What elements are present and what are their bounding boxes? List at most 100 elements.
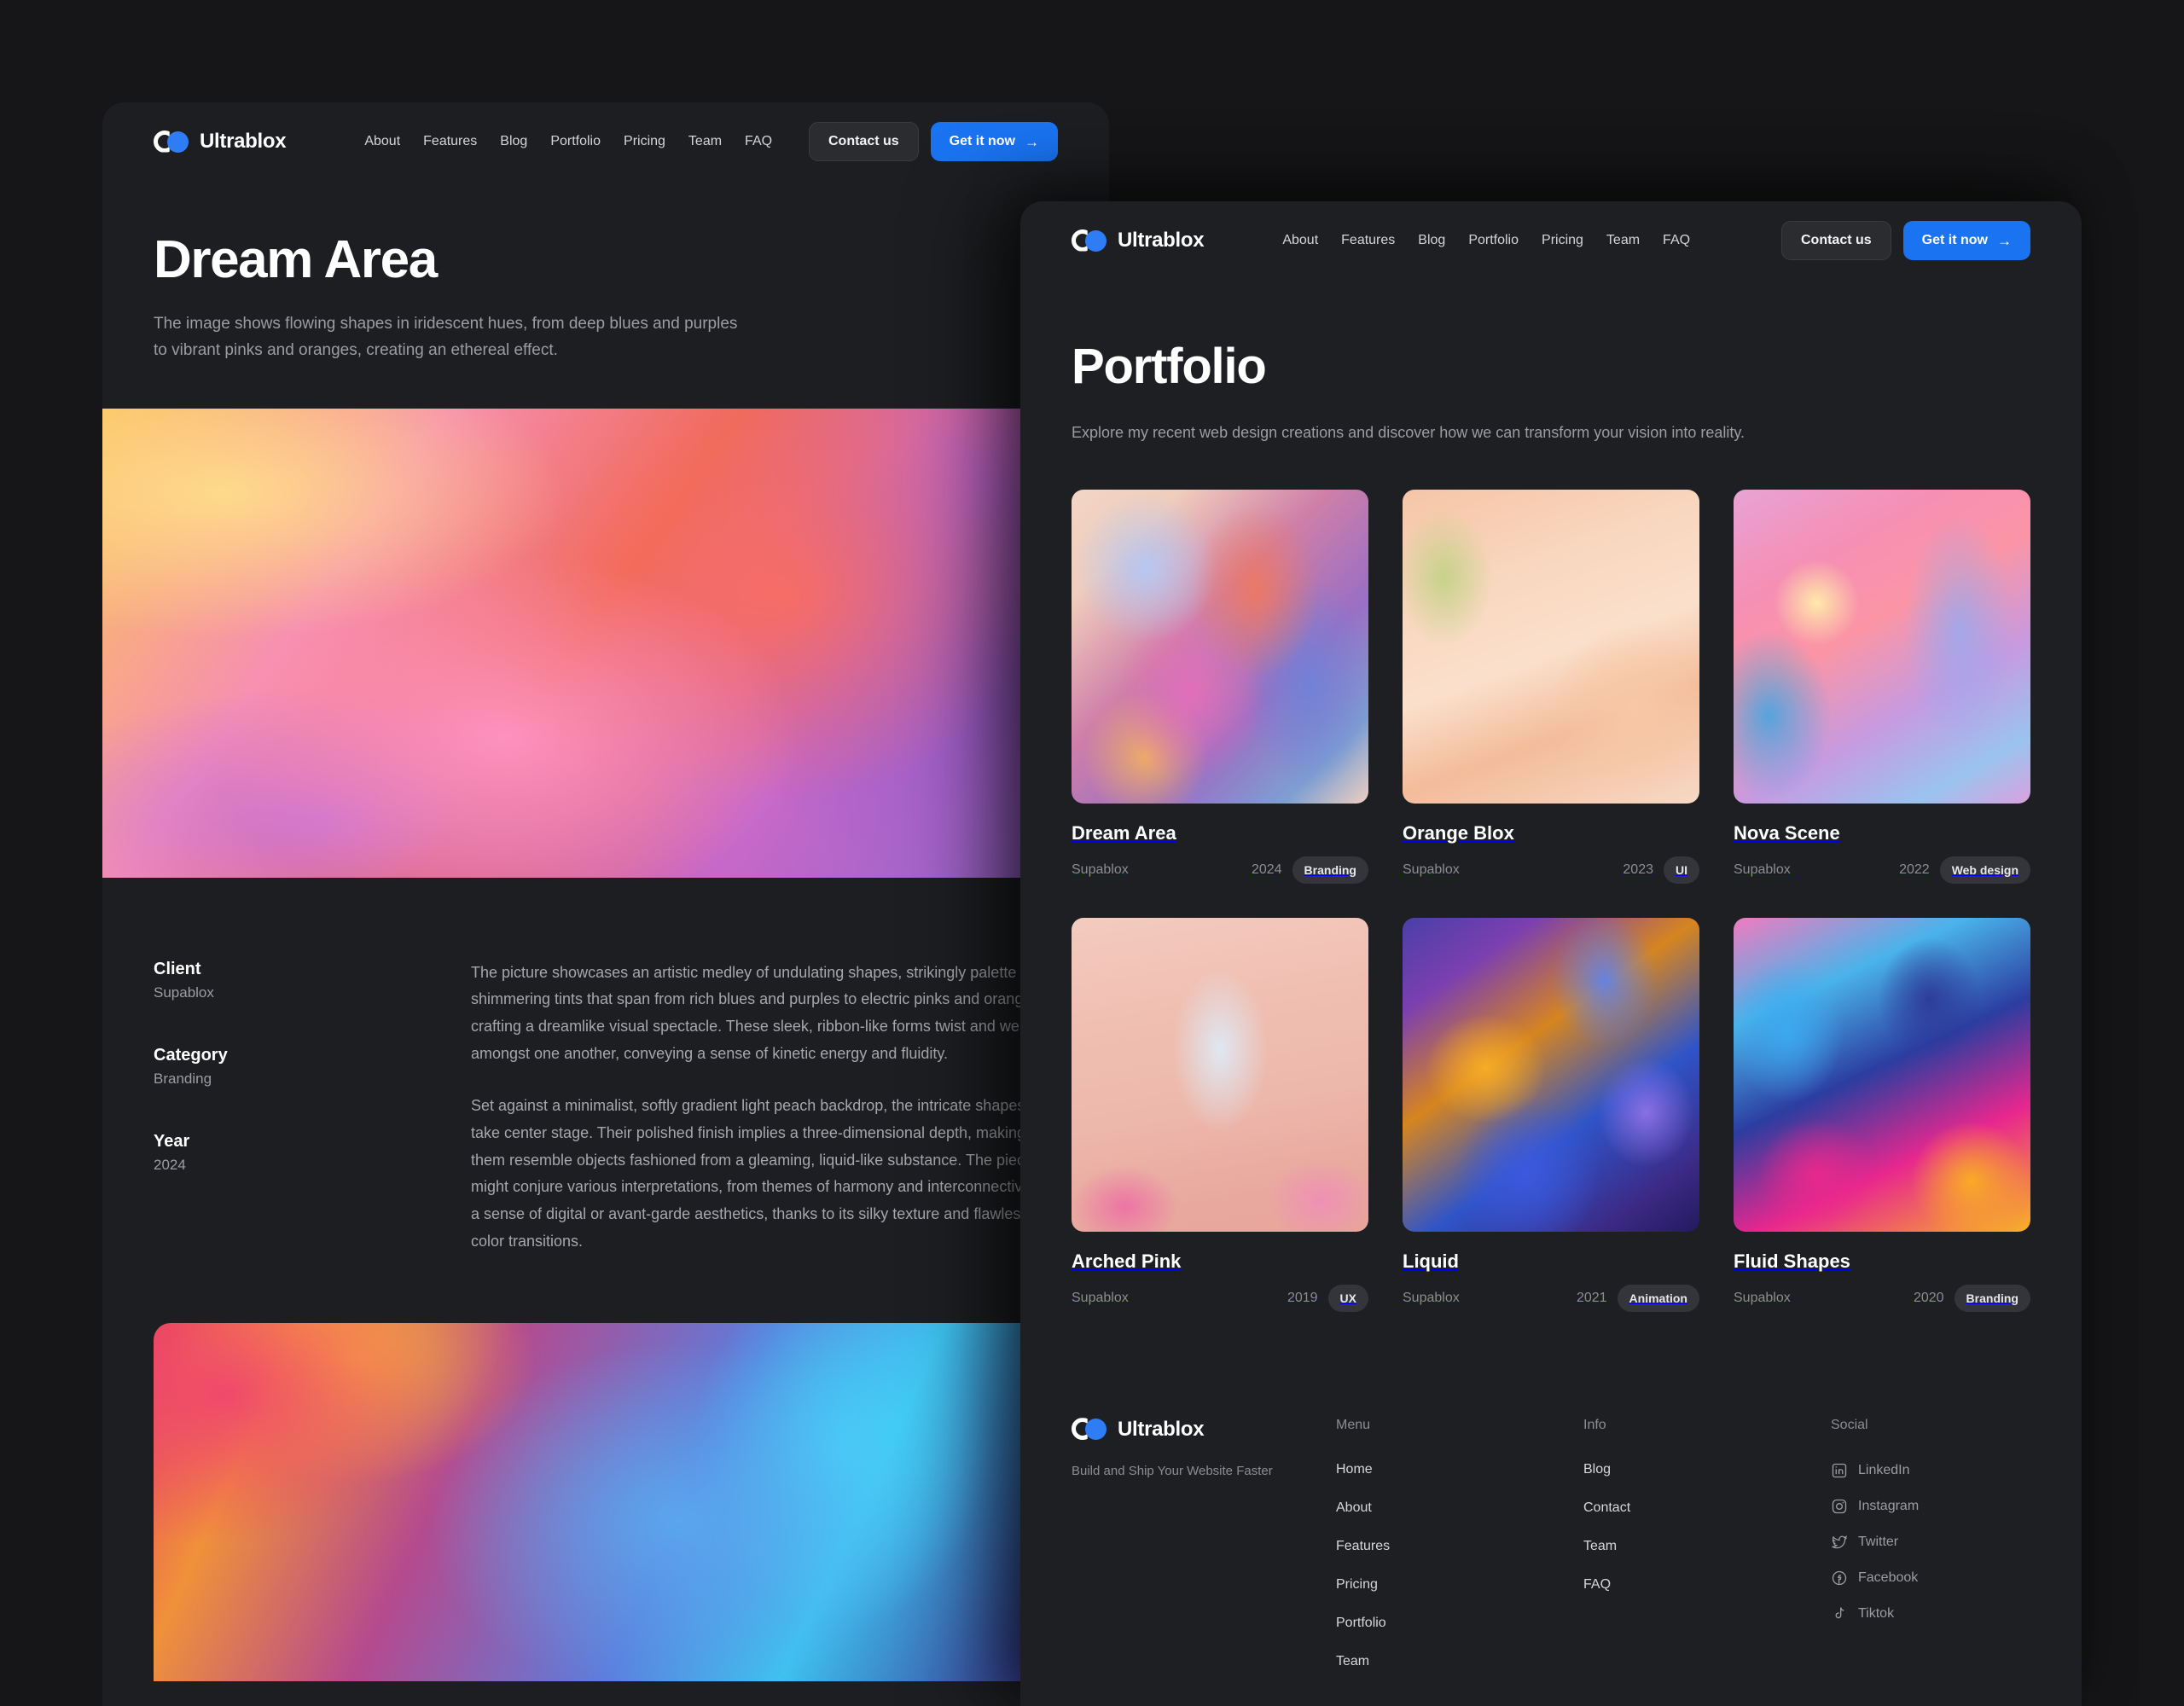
meta-value-year: 2024 <box>154 1156 186 1173</box>
contact-us-button[interactable]: Contact us <box>809 122 919 161</box>
portfolio-card[interactable]: Nova Scene Supablox 2022 Web design <box>1734 489 2030 884</box>
portfolio-card-title: Fluid Shapes <box>1734 1250 1850 1272</box>
portfolio-card-client: Supablox <box>1072 862 1129 877</box>
brand-logo[interactable]: Ultrablox <box>154 130 287 154</box>
footer-link-team2[interactable]: Team <box>1583 1539 1831 1554</box>
social-link-instagram[interactable]: Instagram <box>1831 1498 1919 1515</box>
portfolio-card-meta: Supablox 2021 Animation <box>1403 1284 1699 1312</box>
portfolio-card[interactable]: Fluid Shapes Supablox 2020 Branding <box>1734 917 2030 1312</box>
case-study-hero-image <box>102 408 1109 878</box>
nav-link-portfolio[interactable]: Portfolio <box>1468 233 1519 248</box>
portfolio-card-tag: Branding <box>1292 856 1368 884</box>
portfolio-thumbnail <box>1403 489 1699 804</box>
nav-link-portfolio[interactable]: Portfolio <box>550 134 601 149</box>
portfolio-card[interactable]: Dream Area Supablox 2024 Branding <box>1072 489 1368 884</box>
arrow-right-icon: → <box>1997 232 2012 249</box>
case-study-page: Ultrablox About Features Blog Portfolio … <box>102 102 1109 1706</box>
primary-nav: About Features Blog Portfolio Pricing Te… <box>364 134 772 149</box>
social-label-facebook: Facebook <box>1858 1570 1919 1585</box>
footer-brand-logo[interactable]: Ultrablox <box>1072 1418 1336 1442</box>
portfolio-card-meta: Supablox 2022 Web design <box>1734 856 2030 884</box>
portfolio-card-year: 2024 <box>1251 862 1282 877</box>
social-label-linkedin: LinkedIn <box>1858 1462 1910 1477</box>
nav-link-faq[interactable]: FAQ <box>1663 233 1690 248</box>
portfolio-thumbnail <box>1072 917 1368 1232</box>
footer-columns: Ultrablox Build and Ship Your Website Fa… <box>1072 1418 2030 1692</box>
footer-link-faq[interactable]: FAQ <box>1583 1577 1831 1593</box>
portfolio-card-meta: Supablox 2023 UI <box>1403 856 1699 884</box>
nav-link-team[interactable]: Team <box>688 134 722 149</box>
portfolio-card-year: 2021 <box>1576 1290 1607 1305</box>
social-link-facebook[interactable]: Facebook <box>1831 1570 1919 1587</box>
portfolio-card-year: 2022 <box>1899 862 1930 877</box>
portfolio-card-title: Nova Scene <box>1734 821 1840 844</box>
site-footer: Ultrablox Build and Ship Your Website Fa… <box>1020 1312 2082 1706</box>
portfolio-card-meta: Supablox 2020 Branding <box>1734 1284 2030 1312</box>
footer-link-pricing[interactable]: Pricing <box>1336 1577 1583 1593</box>
meta-item-year: Year 2024 <box>154 1132 410 1174</box>
portfolio-card-year: 2023 <box>1623 862 1653 877</box>
linkedin-icon <box>1832 1463 1847 1477</box>
social-link-tiktok[interactable]: Tiktok <box>1831 1605 1919 1622</box>
footer-link-features[interactable]: Features <box>1336 1539 1583 1554</box>
portfolio-subtitle: Explore my recent web design creations a… <box>1072 424 1745 441</box>
brand-name: Ultrablox <box>1118 229 1205 252</box>
get-it-now-button[interactable]: Get it now → <box>930 122 1058 161</box>
nav-link-about[interactable]: About <box>364 134 400 149</box>
social-link-linkedin[interactable]: LinkedIn <box>1831 1462 1919 1479</box>
portfolio-card[interactable]: Arched Pink Supablox 2019 UX <box>1072 917 1368 1312</box>
footer-social-heading: Social <box>1831 1417 1868 1432</box>
portfolio-card[interactable]: Orange Blox Supablox 2023 UI <box>1403 489 1699 884</box>
nav-link-blog[interactable]: Blog <box>500 134 527 149</box>
footer-tagline: Build and Ship Your Website Faster <box>1072 1463 1273 1478</box>
social-link-twitter[interactable]: Twitter <box>1831 1534 1919 1551</box>
footer-menu-column: Menu Home About Features Pricing Portfol… <box>1336 1418 1583 1692</box>
portfolio-card-title: Dream Area <box>1072 821 1176 844</box>
portfolio-card-tag: Web design <box>1939 856 2030 884</box>
page-subtitle: The image shows flowing shapes in irides… <box>154 315 738 359</box>
portfolio-card[interactable]: Liquid Supablox 2021 Animation <box>1403 917 1699 1312</box>
meta-item-client: Client Supablox <box>154 960 410 1001</box>
nav-link-blog[interactable]: Blog <box>1418 233 1445 248</box>
portfolio-card-meta: Supablox 2024 Branding <box>1072 856 1368 884</box>
meta-label-category: Category <box>154 1045 228 1065</box>
nav-link-faq[interactable]: FAQ <box>745 134 772 149</box>
tiktok-icon <box>1835 1607 1844 1619</box>
brand-logo-portfolio[interactable]: Ultrablox <box>1072 229 1205 252</box>
portfolio-card-tag: UI <box>1664 856 1699 884</box>
navbar-actions: Contact us Get it now → <box>809 122 1058 161</box>
meta-value-category: Branding <box>154 1070 212 1087</box>
portfolio-card-year: 2020 <box>1913 1290 1944 1305</box>
portfolio-navbar: Ultrablox About Features Blog Portfolio … <box>1020 201 2082 280</box>
nav-link-features[interactable]: Features <box>423 134 477 149</box>
portfolio-card-client: Supablox <box>1734 1290 1791 1305</box>
contact-us-button[interactable]: Contact us <box>1781 221 1891 260</box>
brand-name: Ultrablox <box>200 130 287 153</box>
case-study-body: The picture showcases an artistic medley… <box>471 960 1058 1256</box>
twitter-icon <box>1832 1535 1848 1549</box>
footer-info-heading: Info <box>1583 1417 1606 1432</box>
footer-link-contact[interactable]: Contact <box>1583 1500 1831 1516</box>
nav-link-pricing[interactable]: Pricing <box>624 134 665 149</box>
nav-link-features[interactable]: Features <box>1341 233 1395 248</box>
footer-link-team[interactable]: Team <box>1336 1654 1583 1669</box>
portfolio-card-year: 2019 <box>1287 1290 1318 1305</box>
meta-label-client: Client <box>154 959 201 978</box>
portfolio-card-client: Supablox <box>1403 862 1460 877</box>
nav-link-team[interactable]: Team <box>1606 233 1640 248</box>
footer-link-about[interactable]: About <box>1336 1500 1583 1516</box>
get-it-now-button[interactable]: Get it now → <box>1902 221 2030 260</box>
nav-link-about[interactable]: About <box>1282 233 1318 248</box>
get-it-now-label: Get it now <box>1921 233 1988 247</box>
portfolio-card-title: Liquid <box>1403 1250 1459 1272</box>
footer-link-portfolio[interactable]: Portfolio <box>1336 1616 1583 1631</box>
portfolio-card-tag: Branding <box>1954 1284 2030 1312</box>
nav-link-pricing[interactable]: Pricing <box>1542 233 1583 248</box>
ultrablox-logo-mark-icon <box>154 130 191 154</box>
case-study-secondary-image <box>154 1323 1058 1682</box>
portfolio-thumbnail <box>1734 489 2030 804</box>
portfolio-thumbnail <box>1403 917 1699 1232</box>
footer-link-home[interactable]: Home <box>1336 1462 1583 1477</box>
footer-link-blog[interactable]: Blog <box>1583 1462 1831 1477</box>
primary-nav-portfolio: About Features Blog Portfolio Pricing Te… <box>1282 233 1690 248</box>
